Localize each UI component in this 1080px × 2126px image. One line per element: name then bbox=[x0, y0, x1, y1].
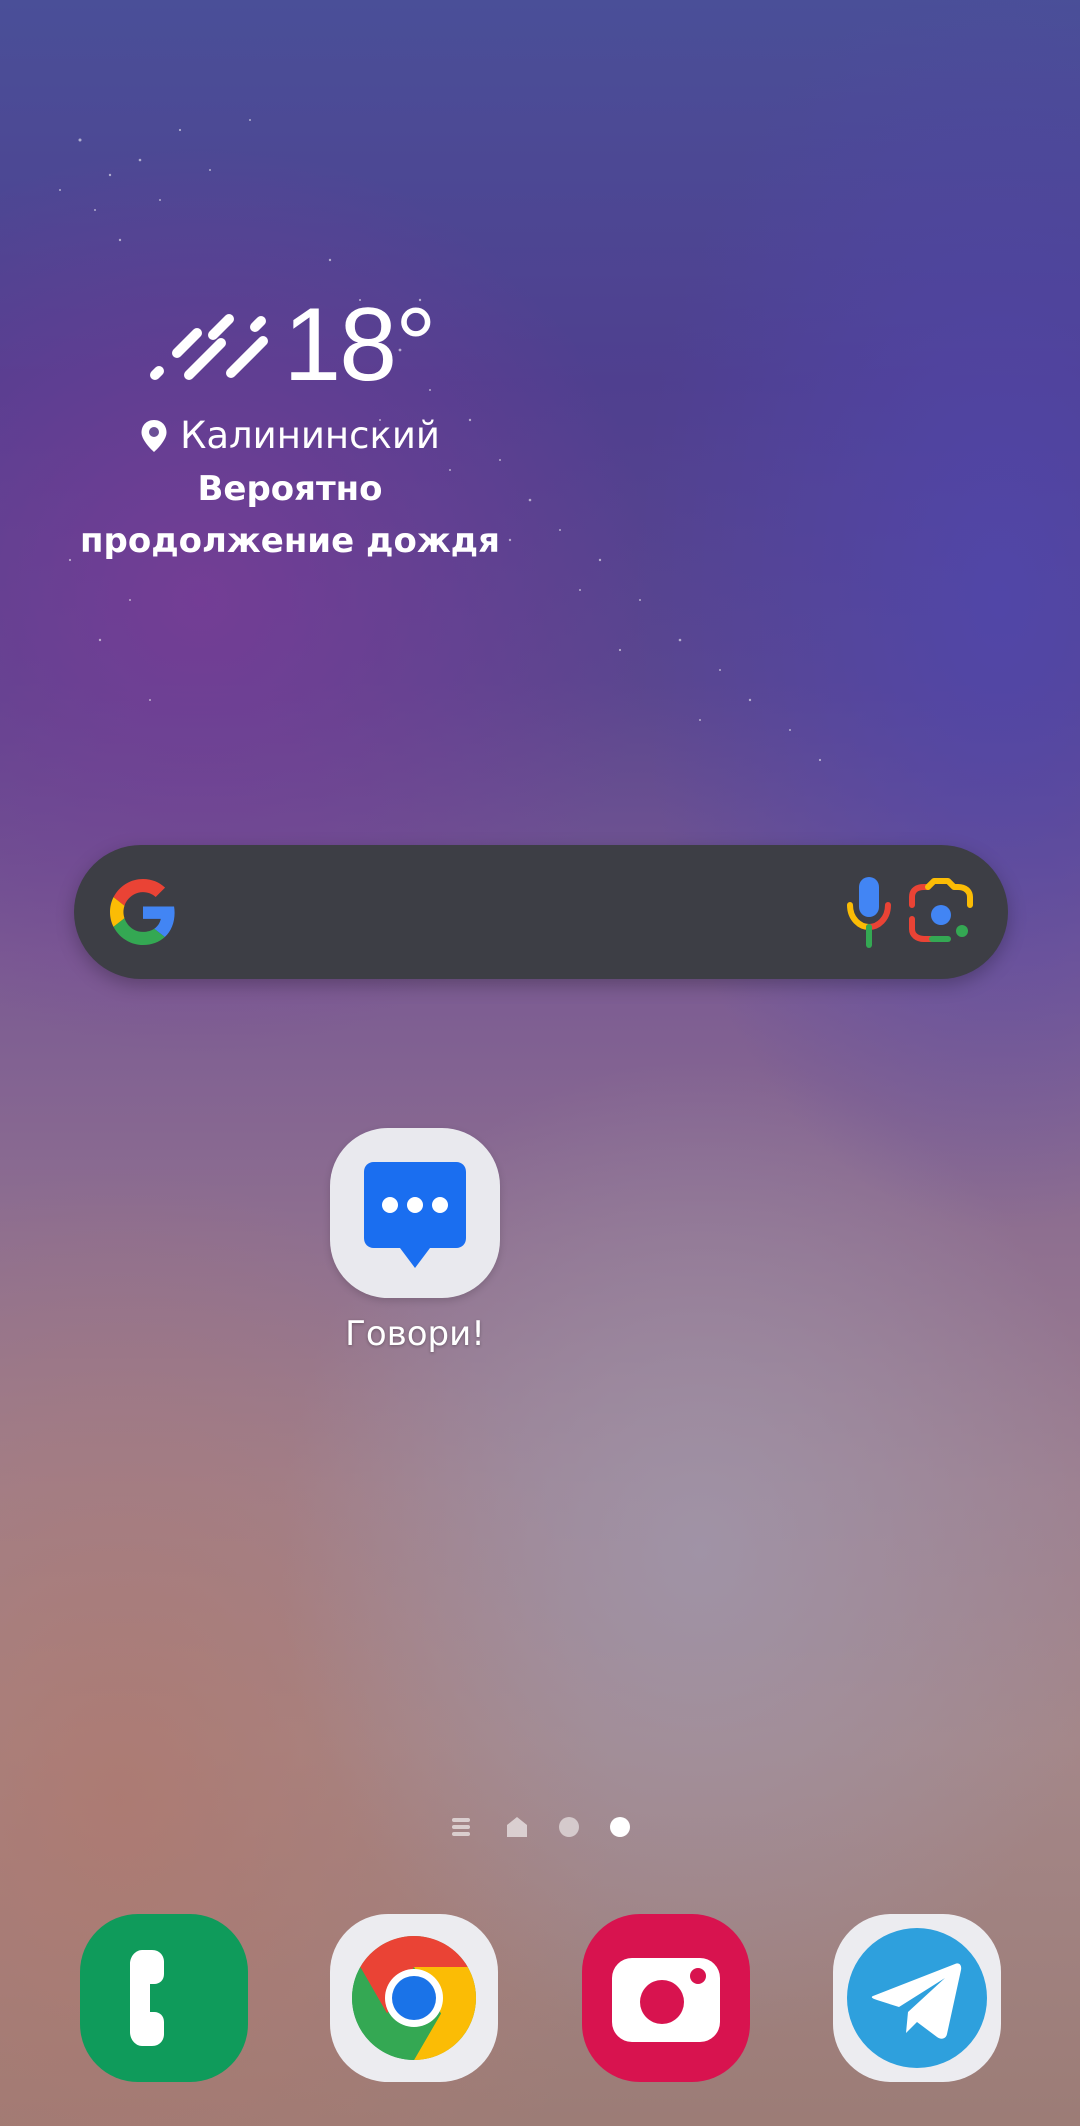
dock-telegram-app[interactable] bbox=[833, 1914, 1001, 2082]
forecast-text: Вероятно продолжение дождя bbox=[80, 463, 500, 567]
dock-phone-app[interactable] bbox=[80, 1914, 248, 2082]
camera-icon bbox=[612, 1958, 720, 2042]
home-page-icon[interactable] bbox=[505, 1815, 529, 1839]
app-govori[interactable]: Говори! bbox=[310, 1128, 520, 1354]
dock-camera-app[interactable] bbox=[582, 1914, 750, 2082]
page-dot-1[interactable] bbox=[559, 1817, 580, 1837]
page-indicator[interactable] bbox=[450, 1812, 630, 1842]
chat-bubble-icon bbox=[364, 1162, 466, 1268]
app-govori-label: Говори! bbox=[345, 1314, 485, 1354]
forecast-line-1: Вероятно bbox=[197, 469, 383, 509]
forecast-line-2: продолжение дождя bbox=[80, 521, 500, 561]
mic-icon[interactable] bbox=[842, 875, 896, 949]
weather-widget[interactable]: 18° Калининский Вероятно продолжение дож… bbox=[80, 290, 500, 567]
page-dot-2-active[interactable] bbox=[609, 1817, 630, 1837]
location-pin-icon bbox=[141, 419, 167, 452]
google-g-icon bbox=[110, 879, 175, 945]
location: Калининский bbox=[80, 414, 500, 457]
weather-header: 18° bbox=[80, 290, 500, 400]
location-name: Калининский bbox=[180, 414, 440, 457]
home-screen: 18° Калининский Вероятно продолжение дож… bbox=[0, 0, 1080, 2126]
telegram-icon bbox=[847, 1928, 987, 2068]
menu-page-icon[interactable] bbox=[450, 1815, 474, 1839]
phone-icon bbox=[130, 1950, 164, 2046]
dock-chrome-app[interactable] bbox=[330, 1914, 498, 2082]
chrome-icon bbox=[351, 1936, 477, 2060]
google-search-bar[interactable] bbox=[74, 845, 1008, 979]
rain-icon bbox=[150, 314, 269, 380]
google-lens-icon[interactable] bbox=[904, 875, 978, 949]
app-govori-tile bbox=[330, 1128, 500, 1298]
temperature: 18° bbox=[283, 287, 436, 403]
